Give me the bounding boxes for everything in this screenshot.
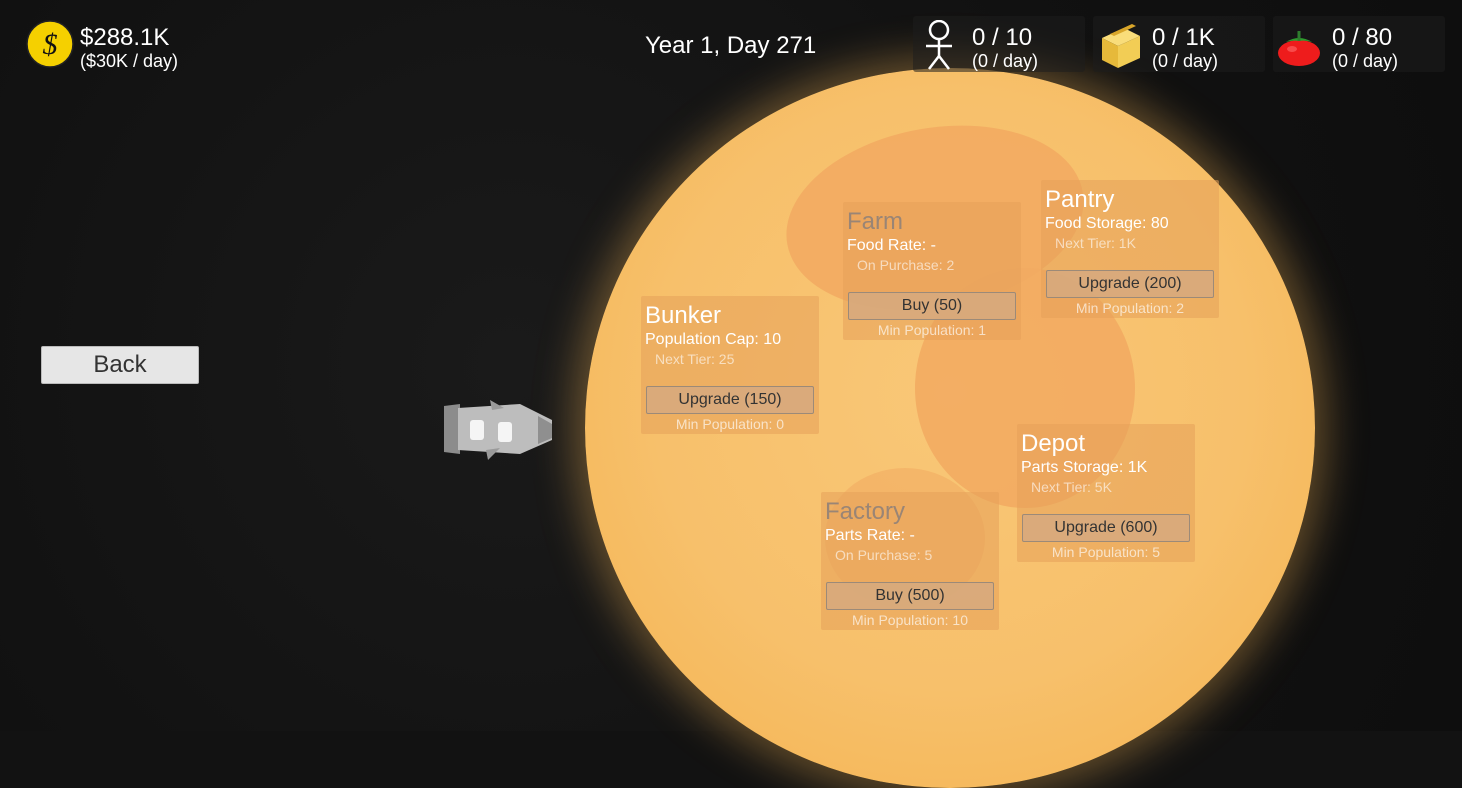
- crate-icon: [1102, 24, 1140, 68]
- building-note: Next Tier: 25: [655, 351, 735, 367]
- building-title: Depot: [1021, 430, 1086, 457]
- building-title: Pantry: [1045, 186, 1115, 213]
- building-stat: Food Rate: -: [847, 237, 936, 254]
- population-rate: (0 / day): [972, 51, 1039, 71]
- money-rate: ($30K / day): [80, 51, 179, 71]
- building-title: Factory: [825, 498, 906, 525]
- back-button[interactable]: Back: [41, 346, 199, 384]
- building-card-farm: Farm Food Rate: - On Purchase: 2 Buy (50…: [843, 202, 1021, 340]
- factory-buy-button[interactable]: Buy (500): [826, 582, 994, 610]
- building-title: Bunker: [645, 302, 722, 329]
- building-card-factory: Factory Parts Rate: - On Purchase: 5 Buy…: [821, 492, 999, 630]
- building-requirement: Min Population: 2: [1075, 300, 1185, 316]
- building-note: Next Tier: 1K: [1055, 235, 1136, 251]
- building-note: On Purchase: 2: [857, 257, 955, 273]
- dollar-coin-icon: $: [26, 20, 74, 68]
- building-title: Farm: [847, 208, 903, 235]
- building-stat: Parts Storage: 1K: [1021, 459, 1148, 476]
- bunker-upgrade-button[interactable]: Upgrade (150): [646, 386, 814, 414]
- farm-buy-button[interactable]: Buy (50): [848, 292, 1016, 320]
- building-stat: Population Cap: 10: [645, 331, 782, 348]
- population-amount: 0 / 10: [972, 24, 1033, 51]
- building-note: Next Tier: 5K: [1031, 479, 1112, 495]
- building-stat: Food Storage: 80: [1045, 215, 1169, 232]
- building-card-bunker: Bunker Population Cap: 10 Next Tier: 25 …: [641, 296, 819, 434]
- pantry-upgrade-button[interactable]: Upgrade (200): [1046, 270, 1214, 298]
- building-stat: Parts Rate: -: [825, 527, 915, 544]
- tomato-icon: [1278, 31, 1320, 66]
- stick-figure-icon: [926, 20, 952, 70]
- building-note: On Purchase: 5: [835, 547, 933, 563]
- svg-text:$: $: [43, 28, 58, 61]
- building-card-pantry: Pantry Food Storage: 80 Next Tier: 1K Up…: [1041, 180, 1219, 318]
- building-requirement: Min Population: 1: [877, 322, 987, 338]
- spaceship[interactable]: [440, 398, 558, 462]
- parts-amount: 0 / 1K: [1152, 24, 1215, 51]
- food-amount: 0 / 80: [1332, 24, 1393, 51]
- depot-upgrade-button[interactable]: Upgrade (600): [1022, 514, 1190, 542]
- building-requirement: Min Population: 0: [675, 416, 785, 432]
- building-requirement: Min Population: 5: [1051, 544, 1161, 560]
- food-rate: (0 / day): [1332, 51, 1399, 71]
- parts-rate: (0 / day): [1152, 51, 1219, 71]
- date-display: Year 1, Day 271: [645, 32, 817, 59]
- building-requirement: Min Population: 10: [852, 612, 968, 628]
- money-amount: $288.1K: [80, 24, 170, 51]
- building-card-depot: Depot Parts Storage: 1K Next Tier: 5K Up…: [1017, 424, 1195, 562]
